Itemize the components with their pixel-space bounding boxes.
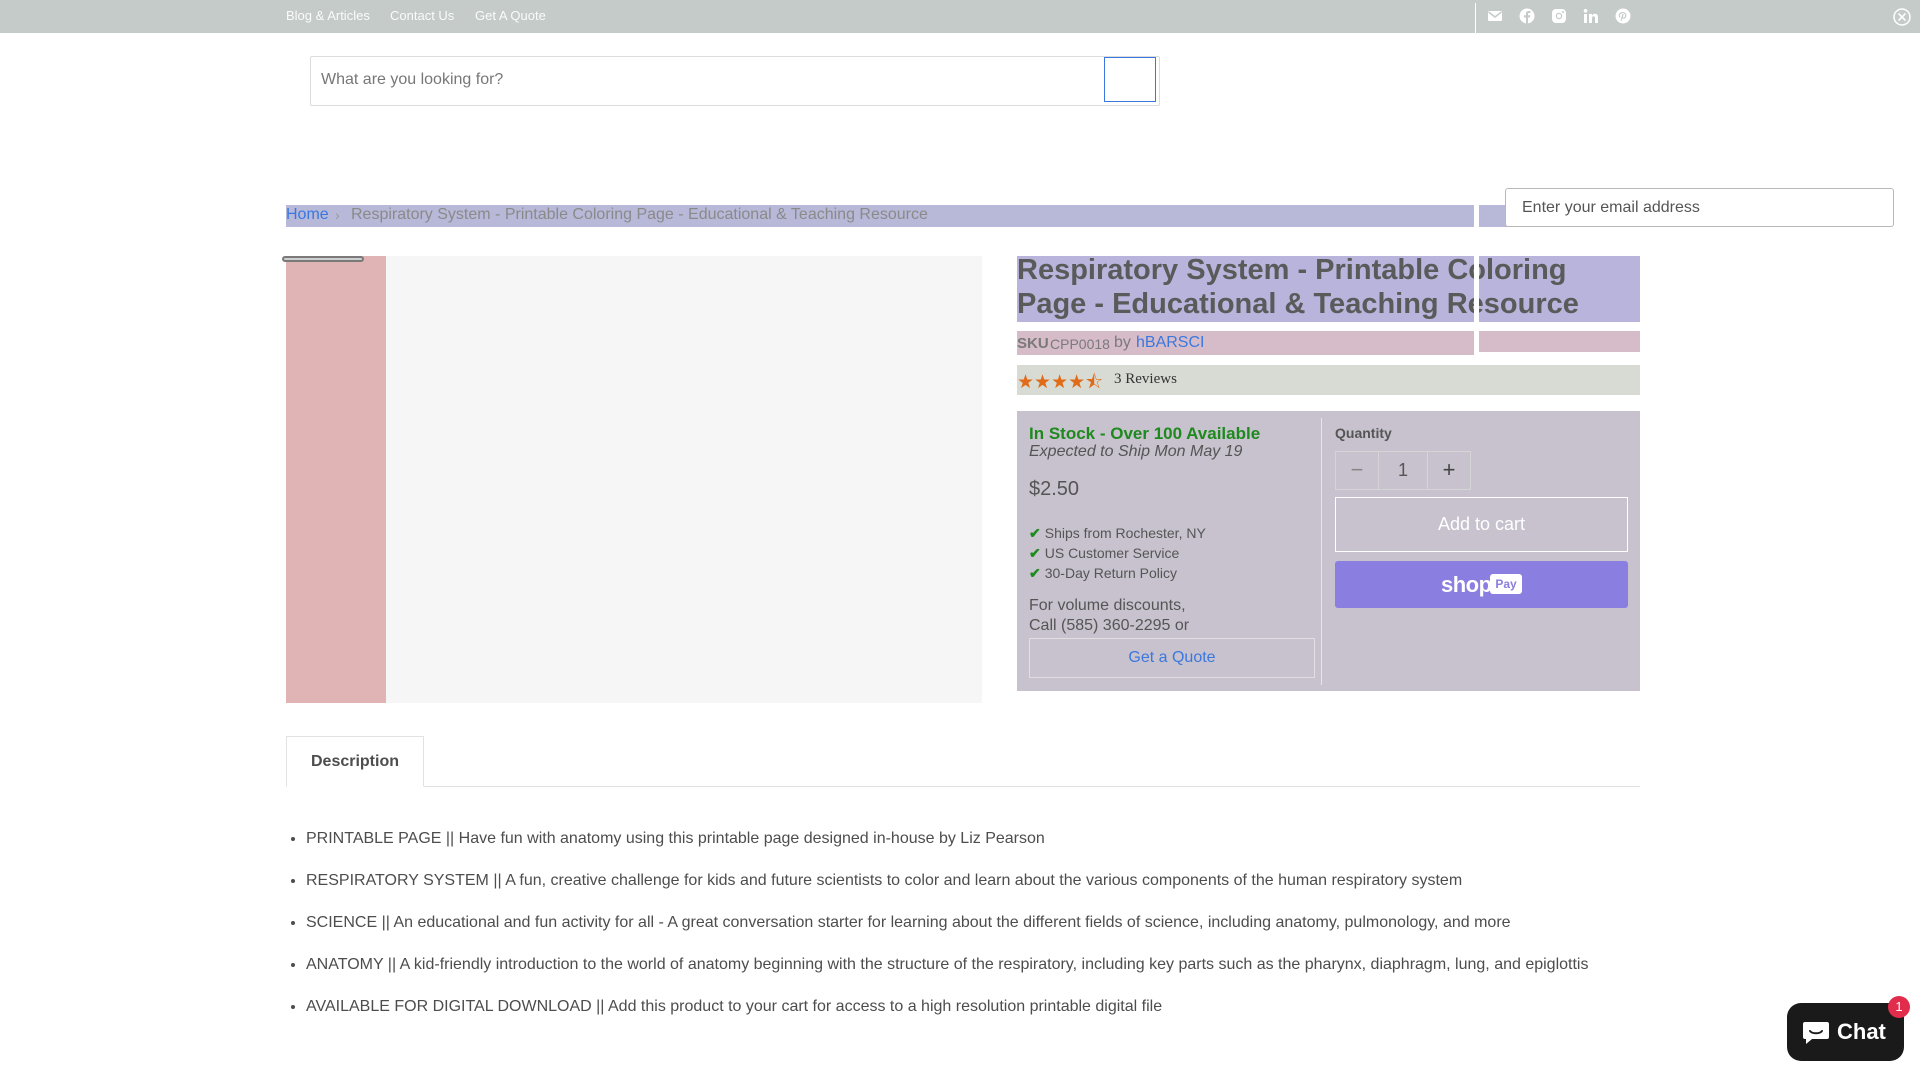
quantity-increase-button[interactable]: + [1427,451,1471,490]
newsletter-email-field [1505,188,1894,227]
rating-stars-icon[interactable]: ★★★★⯪ [1017,368,1103,400]
topbar-link-blog[interactable]: Blog & Articles [286,0,370,33]
product-image[interactable] [386,256,982,703]
sku-label: SKU [1017,335,1049,352]
add-to-cart-button[interactable]: Add to cart [1335,497,1628,552]
breadcrumb-separator: › [335,207,340,223]
facebook-icon[interactable] [1519,8,1535,24]
reviews-highlight [1017,365,1640,395]
topbar-link-contact[interactable]: Contact Us [390,0,454,33]
vendor-by-label: by [1114,334,1131,351]
chat-label: Chat [1837,1019,1886,1044]
shop-pay-label: shop [1441,572,1492,597]
chat-button[interactable]: Chat [1787,1003,1904,1061]
chat-bubble-icon [1803,1022,1829,1044]
chat-unread-badge: 1 [1888,996,1910,1018]
product-price: $2.50 [1029,478,1080,500]
breadcrumb-home-link[interactable]: Home [286,204,329,226]
volume-discount-text: For volume discounts, Call (585) 360-229… [1029,596,1189,636]
feature-item: ✔ Ships from Rochester, NY [1029,525,1206,542]
check-icon: ✔ [1029,545,1041,561]
linkedin-icon[interactable] [1583,8,1599,24]
search-bar [310,56,1160,106]
email-field[interactable] [1506,189,1893,226]
close-icon[interactable] [1893,8,1911,26]
product-title: Respiratory System - Printable Coloring … [1017,254,1579,320]
list-item: SCIENCE || An educational and fun activi… [306,913,1706,932]
feature-item: ✔ US Customer Service [1029,545,1179,562]
quantity-input[interactable]: 1 [1379,451,1427,490]
list-item: PRINTABLE PAGE || Have fun with anatomy … [306,829,1706,848]
tab-description[interactable]: Description [286,736,424,787]
list-item: ANATOMY || A kid-friendly introduction t… [306,955,1706,974]
list-item: RESPIRATORY SYSTEM || A fun, creative ch… [306,871,1706,890]
get-quote-button[interactable]: Get a Quote [1029,638,1315,678]
purchase-box-divider [1321,418,1322,685]
feature-text: US Customer Service [1044,545,1180,561]
list-item: AVAILABLE FOR DIGITAL DOWNLOAD || Add th… [306,997,1706,1016]
search-input[interactable] [311,57,1121,103]
feature-text: Ships from Rochester, NY [1044,525,1206,541]
thumbnail-strip[interactable] [286,256,386,703]
overlay-line [1479,352,1640,355]
shop-pay-button[interactable]: shop Pay [1335,561,1628,608]
check-icon: ✔ [1029,525,1041,541]
email-icon[interactable] [1487,8,1503,24]
shop-pay-badge: Pay [1490,574,1522,594]
volume-line-2: Call (585) 360-2295 or [1029,617,1190,634]
thumbnail-scroll-handle[interactable] [282,256,364,262]
feature-text: 30-Day Return Policy [1044,565,1178,581]
stock-status: In Stock - Over 100 Available [1029,424,1261,443]
instagram-icon[interactable] [1551,8,1567,24]
pinterest-icon[interactable] [1615,8,1631,24]
check-icon: ✔ [1029,565,1041,581]
review-count-link[interactable]: 3 Reviews [1114,371,1177,388]
feature-item: ✔ 30-Day Return Policy [1029,565,1177,582]
vendor-link[interactable]: hBARSCI [1136,334,1204,352]
topbar-link-quote[interactable]: Get A Quote [475,0,546,33]
quantity-decrease-button[interactable]: − [1335,451,1379,490]
search-button[interactable] [1104,57,1156,102]
sku-value: CPP0018 [1050,336,1110,352]
ship-date: Expected to Ship Mon May 19 [1029,443,1243,460]
breadcrumb-current: Respiratory System - Printable Coloring … [351,206,928,223]
volume-line-1: For volume discounts, [1029,597,1186,614]
description-list: PRINTABLE PAGE || Have fun with anatomy … [286,829,1706,1039]
quantity-label: Quantity [1335,425,1392,441]
overlay-gap [1474,322,1479,352]
tab-divider [286,786,1640,787]
social-links-bar [1475,3,1920,33]
